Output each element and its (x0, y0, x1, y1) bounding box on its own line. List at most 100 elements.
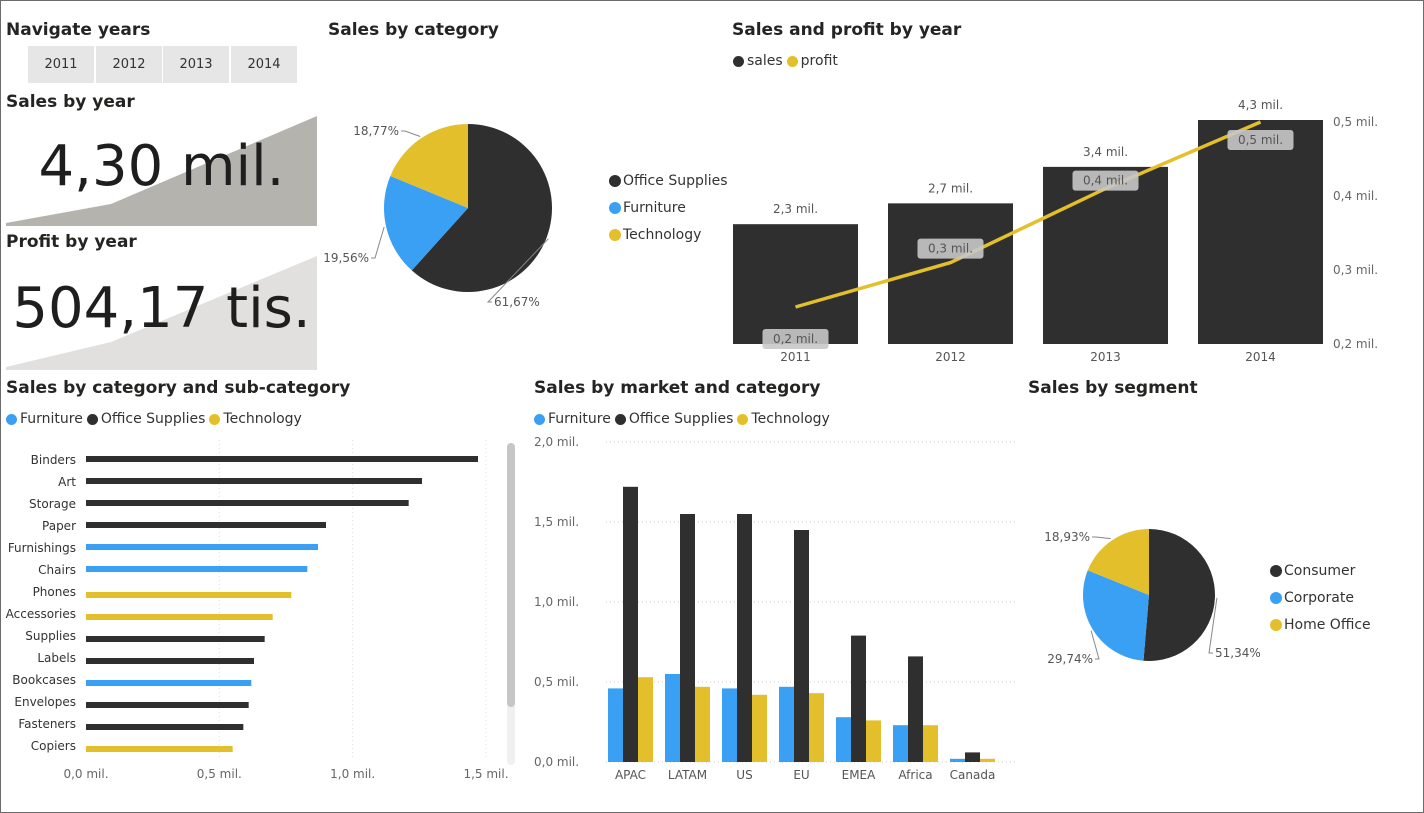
market-bar-furniture (608, 688, 623, 762)
pie-category-title: Sales by category (328, 20, 499, 40)
subcat-bar-fasteners (86, 724, 244, 730)
subcat-y-tick: Bookcases (12, 673, 76, 687)
subcat-x-tick: 0,5 mil. (197, 767, 242, 781)
market-x-tick: EU (793, 768, 809, 782)
legend-item-furniture[interactable]: Furniture (6, 411, 83, 427)
subcat-y-tick: Furnishings (8, 541, 76, 555)
market-bar-furniture (665, 674, 680, 762)
market-y-tick: 1,5 mil. (534, 515, 579, 529)
profit-card-value: 504,17 tis. (12, 276, 311, 341)
subcat-bar-envelopes (86, 702, 249, 708)
pie-leader-home-office (1092, 536, 1111, 540)
market-bar-office-supplies (794, 530, 809, 762)
legend-item-technology[interactable]: Technology (609, 221, 728, 248)
legend-item-office-supplies[interactable]: Office Supplies (609, 167, 728, 194)
subcat-y-tick: Supplies (25, 629, 76, 643)
legend-item-office-supplies[interactable]: Office Supplies (86, 411, 205, 427)
combo-y-tick: 0,5 mil. (1333, 115, 1378, 129)
subcat-bar-copiers (86, 746, 233, 752)
pie-category-chart: 61,67% 19,56% 18,77% (323, 124, 552, 309)
subcat-y-tick: Labels (37, 651, 76, 665)
legend-item-corporate[interactable]: Corporate (1270, 584, 1371, 611)
market-y-tick: 2,0 mil. (534, 435, 579, 449)
market-y-tick: 0,5 mil. (534, 675, 579, 689)
legend-item-profit[interactable]: profit (786, 53, 838, 69)
market-x-tick: LATAM (668, 768, 707, 782)
market-x-tick: US (736, 768, 752, 782)
combo-x-tick: 2013 (1090, 350, 1121, 364)
market-bar-technology (695, 686, 710, 762)
sales-card-value: 4,30 mil. (38, 134, 285, 199)
year-button-2014[interactable]: 2014 (231, 46, 297, 83)
legend-item-technology[interactable]: Technology (737, 411, 830, 427)
legend-item-sales[interactable]: sales (733, 53, 783, 69)
subcat-scrollbar-thumb[interactable] (507, 443, 515, 707)
subcat-y-tick: Paper (42, 519, 76, 533)
combo-line-label: 0,3 mil. (928, 242, 973, 256)
market-legend: Furniture Office Supplies Technology (534, 411, 834, 427)
market-bar-office-supplies (623, 486, 638, 762)
segment-legend: Consumer Corporate Home Office (1270, 557, 1371, 638)
subcat-y-tick: Accessories (6, 607, 76, 621)
combo-line-label: 0,5 mil. (1238, 133, 1283, 147)
market-bar-technology (923, 725, 938, 762)
market-bar-furniture (893, 725, 908, 762)
subcat-bar-labels (86, 658, 254, 664)
sales-card: 4,30 mil. (6, 116, 317, 226)
market-bar-office-supplies (908, 656, 923, 762)
legend-item-furniture[interactable]: Furniture (534, 411, 611, 427)
pie-label-home-office: 18,93% (1044, 530, 1090, 544)
subcat-y-tick: Storage (29, 497, 76, 511)
year-button-2013[interactable]: 2013 (163, 46, 229, 83)
profit-card: 504,17 tis. (6, 256, 317, 370)
combo-bar-sales (733, 224, 858, 344)
market-bar-furniture (779, 686, 794, 762)
legend-item-technology[interactable]: Technology (209, 411, 302, 427)
legend-item-consumer[interactable]: Consumer (1270, 557, 1371, 584)
subcat-bar-phones (86, 592, 292, 598)
pie-label-corporate: 29,74% (1047, 652, 1093, 666)
combo-line-profit (795, 120, 1262, 309)
subcat-bar-bookcases (86, 680, 252, 686)
subcat-y-tick: Art (58, 475, 76, 489)
market-bar-office-supplies (851, 635, 866, 762)
market-bar-furniture (950, 758, 965, 762)
subcat-y-tick: Binders (31, 453, 76, 467)
market-x-tick: Canada (950, 768, 996, 782)
combo-bar-sales (1043, 166, 1168, 344)
subcat-bar-chairs (86, 566, 308, 572)
subcat-bar-art (86, 478, 422, 484)
subcat-title: Sales by category and sub-category (6, 378, 351, 398)
subcat-y-tick: Fasteners (18, 717, 76, 731)
pie-label-office-supplies: 61,67% (494, 295, 540, 309)
subcat-x-tick: 0,0 mil. (63, 767, 108, 781)
legend-item-furniture[interactable]: Furniture (609, 194, 728, 221)
pie-leader-furniture (371, 226, 385, 259)
subcat-y-tick: Copiers (31, 739, 76, 753)
market-y-tick: 1,0 mil. (534, 595, 579, 609)
subcat-scrollbar[interactable] (507, 443, 515, 765)
legend-item-home-office[interactable]: Home Office (1270, 611, 1371, 638)
pie-leader-technology (401, 130, 421, 137)
market-bar-technology (752, 694, 767, 762)
combo-bar-sales (1198, 120, 1323, 344)
subcat-legend: Furniture Office Supplies Technology (6, 411, 306, 427)
market-bar-furniture (722, 688, 737, 762)
combo-title: Sales and profit by year (732, 20, 962, 40)
market-bar-office-supplies (737, 514, 752, 762)
year-button-2011[interactable]: 2011 (28, 46, 94, 83)
year-button-2012[interactable]: 2012 (96, 46, 162, 83)
segment-chart: 51,34% 29,74% 18,93% (1044, 529, 1261, 666)
market-chart: 0,0 mil. 0,5 mil. 1,0 mil. 1,5 mil. 2,0 mil.… (534, 435, 1016, 782)
subcat-bar-supplies (86, 636, 265, 642)
subcat-y-tick: Envelopes (14, 695, 76, 709)
combo-line-label: 0,4 mil. (1083, 174, 1128, 188)
combo-bar-label: 4,3 mil. (1238, 98, 1283, 112)
combo-line-label: 0,2 mil. (773, 332, 818, 346)
subcat-bar-storage (86, 500, 409, 506)
pie-category-legend: Office Supplies Furniture Technology (609, 167, 728, 248)
subcat-y-tick: Phones (33, 585, 76, 599)
legend-item-office-supplies[interactable]: Office Supplies (614, 411, 733, 427)
market-bar-furniture (836, 717, 851, 762)
subcat-x-tick: 1,0 mil. (330, 767, 375, 781)
